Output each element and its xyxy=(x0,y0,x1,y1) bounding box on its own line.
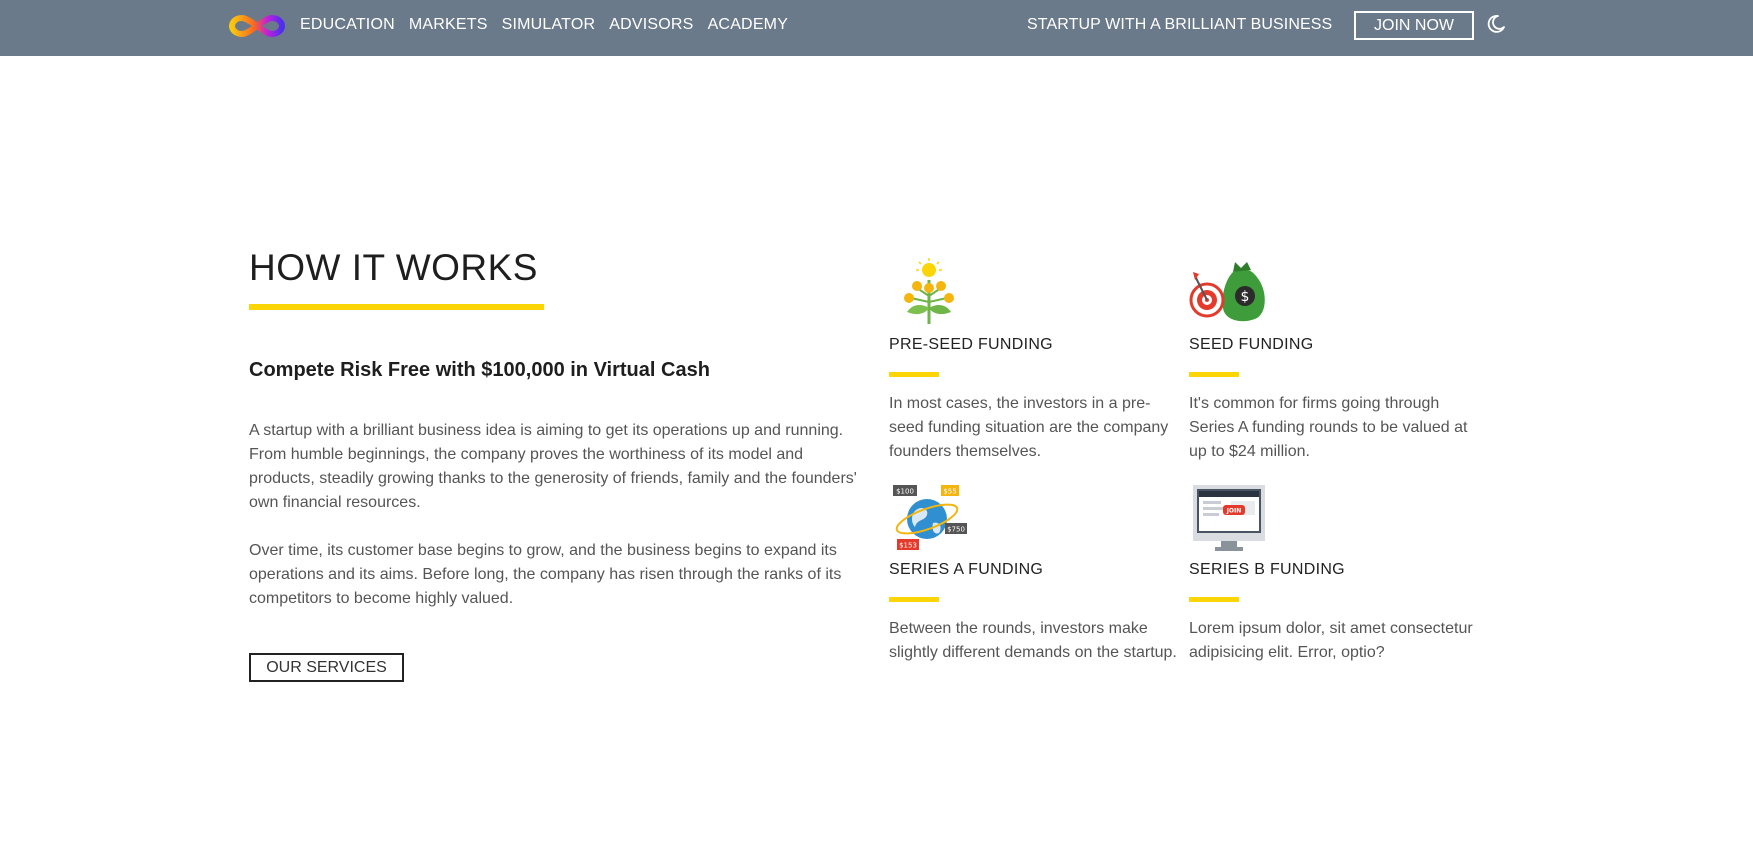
svg-text:$: $ xyxy=(1241,289,1250,305)
icon-label-750: $750 xyxy=(947,526,965,534)
nav-link-education[interactable]: EDUCATION xyxy=(300,16,395,34)
money-plant-icon xyxy=(904,258,954,324)
card-underline xyxy=(889,597,939,602)
intro-paragraph-1: A startup with a brilliant business idea… xyxy=(249,422,857,511)
card-underline xyxy=(889,372,939,377)
moon-icon[interactable] xyxy=(1486,14,1506,34)
nav-link-simulator[interactable]: SIMULATOR xyxy=(502,16,596,34)
card-title: SEED FUNDING xyxy=(1189,336,1314,353)
main-nav: EDUCATION MARKETS SIMULATOR ADVISORS ACA… xyxy=(300,0,802,50)
infinity-logo-icon[interactable] xyxy=(228,12,286,40)
icon-label-100: $100 xyxy=(896,488,914,496)
nav-link-academy[interactable]: ACADEMY xyxy=(708,16,789,34)
icon-label-153: $153 xyxy=(899,542,917,550)
card-text: It's common for firms going through Seri… xyxy=(1189,395,1468,460)
top-navbar: EDUCATION MARKETS SIMULATOR ADVISORS ACA… xyxy=(0,0,1753,56)
card-text: Between the rounds, investors make sligh… xyxy=(889,620,1177,661)
card-text: In most cases, the investors in a pre-se… xyxy=(889,395,1169,460)
join-now-button[interactable]: JOIN NOW xyxy=(1354,11,1474,40)
card-underline xyxy=(1189,597,1239,602)
navbar-tagline: STARTUP WITH A BRILLIANT BUSINESS xyxy=(1027,16,1333,33)
money-bag-target-icon: $ xyxy=(1189,262,1265,322)
card-title: PRE-SEED FUNDING xyxy=(889,336,1053,353)
card-title: SERIES B FUNDING xyxy=(1189,561,1345,578)
our-services-button[interactable]: OUR SERVICES xyxy=(249,653,404,682)
card-text: Lorem ipsum dolor, sit amet consectetur … xyxy=(1189,620,1473,661)
title-underline xyxy=(249,304,544,310)
computer-join-icon: JOIN xyxy=(1193,485,1265,551)
section-title: HOW IT WORKS xyxy=(249,247,538,288)
nav-link-markets[interactable]: MARKETS xyxy=(409,16,488,34)
icon-label-55: $55 xyxy=(943,488,956,496)
nav-link-advisors[interactable]: ADVISORS xyxy=(609,16,693,34)
globe-money-icon: $100 $55 $750 $153 xyxy=(893,485,967,550)
section-subtitle: Compete Risk Free with $100,000 in Virtu… xyxy=(249,359,710,381)
card-underline xyxy=(1189,372,1239,377)
intro-paragraph-2: Over time, its customer base begins to g… xyxy=(249,542,842,607)
icon-label-join: JOIN xyxy=(1226,508,1242,515)
card-title: SERIES A FUNDING xyxy=(889,561,1044,578)
